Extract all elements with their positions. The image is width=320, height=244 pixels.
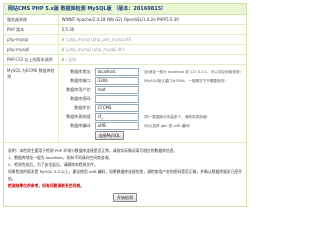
row-value: 5.5.30 — [58, 24, 246, 35]
table-row: PHP-CGI 以上的版本说明 √ | 支持 — [4, 54, 246, 65]
db-user-input[interactable]: root — [94, 86, 139, 94]
row-extra: | 支持 — [65, 56, 77, 62]
db-prefix-input[interactable]: cf_ — [94, 113, 139, 121]
row-label: php-mysqli — [4, 44, 59, 55]
db-port-input[interactable]: 3306 — [94, 77, 139, 85]
note-line: 说明：本检测主要用于检测 PHP 环境与数据库连接是否正常，请按实际情况填写相应… — [8, 148, 178, 153]
field-db-name: 数据库名: CFCMS — [62, 104, 243, 112]
db-password-input[interactable] — [94, 95, 139, 103]
table-row: php-mysql √ | php_mysql (php_pdo_mysql.d… — [4, 34, 246, 45]
field-db-host: 数据库地址: localhost （此地址一般为 localhost 或 127… — [70, 68, 243, 76]
field-db-user: 数据库用户名: root — [62, 86, 243, 94]
note-line: 2、检测完成后，为了安全起见，请删除本检测文件。 — [8, 162, 98, 167]
row-extra: | php_mysqli (php_mysqli.dll) — [65, 47, 125, 52]
row-extra: | php_mysql (php_pdo_mysql.dll) — [65, 37, 132, 42]
check-mark-icon: √ — [61, 56, 65, 62]
footer: 开始检测 — [4, 191, 246, 206]
field-db-password: 数据库密码: — [62, 95, 243, 103]
mysql-section-label: MySQL 为ECMS 数据库检测 — [4, 64, 59, 143]
mysql-form: 数据库地址: localhost （此地址一般为 localhost 或 127… — [62, 65, 243, 142]
mysql-section: MySQL 为ECMS 数据库检测 数据库地址: localhost （此地址一… — [4, 64, 246, 143]
field-db-prefix: 数据库表前缀: cf_ （同一数据库可安装多个，请修改表前缀） — [66, 113, 210, 121]
page-title: 网站CMS PHP 5.x版 数据库检测 MySQL版 （版本：20160815… — [4, 4, 246, 15]
db-host-input[interactable]: localhost — [94, 68, 139, 76]
row-label: PHP-CGI 以上的版本说明 — [4, 54, 59, 65]
check-mark-icon: √ — [61, 47, 65, 52]
note-highlight: 检测结果仅供参考，如有问题请联系空间商。 — [8, 183, 84, 188]
field-db-charset: 数据库编码: utf8 （可以选择 gbk 或 utf8 编码） — [70, 122, 193, 130]
note-line: 1、数据库地址一般为 localhost，如有不同请向空间商咨询。 — [8, 155, 113, 160]
row-label: PHP 版本 — [4, 24, 59, 35]
environment-table: 服务器系统 WINNT Apache/2.4.18 (Win32) OpenSS… — [4, 15, 246, 143]
start-check-button[interactable]: 开始检测 — [113, 193, 137, 202]
notes-section: 说明：本检测主要用于检测 PHP 环境与数据库连接是否正常，请按实际情况填写相应… — [4, 143, 246, 191]
db-name-input[interactable]: CFCMS — [94, 104, 139, 112]
table-row: PHP 版本 5.5.30 — [4, 24, 246, 35]
db-charset-input[interactable]: utf8 — [94, 122, 139, 130]
connect-mysql-button[interactable]: 连接MySQL — [94, 131, 125, 140]
table-row: php-mysqli √ | php_mysqli (php_mysqli.dl… — [4, 44, 246, 55]
row-value: √ | php_mysqli (php_mysqli.dll) — [58, 44, 246, 55]
check-mark-icon: √ — [61, 37, 65, 42]
row-value: √ | 支持 — [58, 54, 246, 65]
table-row: 服务器系统 WINNT Apache/2.4.18 (Win32) OpenSS… — [4, 15, 246, 25]
row-label: 服务器系统 — [4, 15, 59, 25]
row-label: php-mysql — [4, 34, 59, 45]
checker-panel: 网站CMS PHP 5.x版 数据库检测 MySQL版 （版本：20160815… — [3, 3, 247, 207]
row-value: √ | php_mysql (php_pdo_mysql.dll) — [58, 34, 246, 45]
note-line: 如果检测的版本是 MySQL 5.0 以上，建议使用 utf8 编码；如果数据库… — [8, 169, 242, 181]
field-db-port: 数据库端口: 3306 （MySQL默认端口为3306，一般情况下不需要修改） — [70, 77, 228, 85]
row-value: WINNT Apache/2.4.18 (Win32) OpenSSL/1.0.… — [58, 15, 246, 25]
